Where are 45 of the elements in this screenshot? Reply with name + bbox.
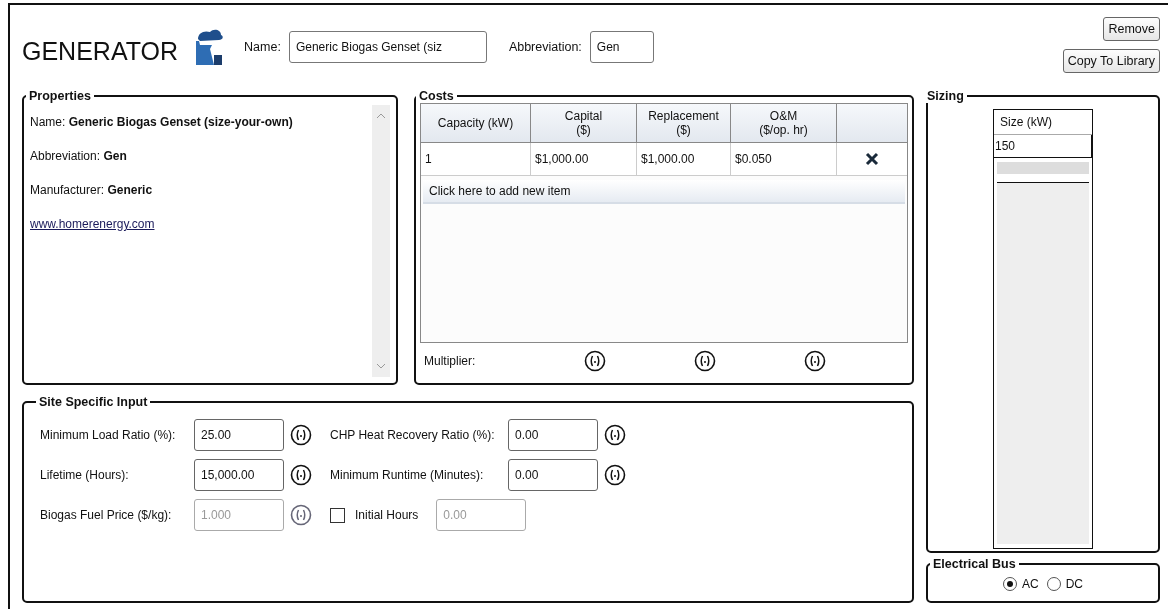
panel-title: Properties [28,89,92,103]
name-field[interactable]: Generic Biogas Genset (siz [288,31,487,63]
panel-title: Sizing [926,89,965,103]
radio-label: AC [1022,577,1039,591]
column-header: Size (kW) [994,110,1092,135]
website-link[interactable]: www.homerenergy.com [30,217,372,231]
name-label: Name: [244,40,281,54]
property-line: Name: Generic Biogas Genset (size-your-own) [30,115,294,129]
abbreviation-label: Abbreviation: [508,40,582,54]
radio-button[interactable] [1046,577,1061,591]
sensitivity-icon[interactable] [604,424,626,446]
panel-title: Electrical Bus [932,557,1017,571]
panel-title: Costs [418,89,455,103]
remove-button[interactable]: Remove [1103,17,1160,41]
column-header: Capital ($) [531,104,637,142]
page-title: GENERATOR [22,36,179,66]
sensitivity-icon[interactable] [604,464,626,486]
copy-to-library-button[interactable]: Copy To Library [1062,49,1160,73]
sensitivity-icon[interactable] [290,464,312,486]
sensitivity-icon[interactable] [804,350,826,372]
sensitivity-icon[interactable] [584,350,606,372]
field-label: Lifetime (Hours): [40,468,130,482]
field-label: Minimum Runtime (Minutes): [330,468,485,482]
checkbox-label: Initial Hours [355,508,419,522]
sensitivity-icon[interactable] [694,350,716,372]
input-field[interactable]: 0.00 [508,419,598,451]
table-cell: 150 [994,135,1092,158]
field-label: Biogas Fuel Price ($/kg): [40,508,173,522]
panel-title: Site Specific Input [38,395,149,409]
abbreviation-field[interactable]: Gen [589,31,654,63]
multiplier-label: Multiplier: [423,354,477,368]
radio-label: DC [1065,577,1083,591]
column-header: Replacement ($) [637,104,731,142]
delete-icon[interactable] [865,152,879,166]
property-line: Manufacturer: Generic [30,183,154,197]
input-field[interactable]: 0.00 [508,459,598,491]
input-field[interactable]: 15,000.00 [194,459,284,491]
radio-button[interactable] [1003,577,1017,591]
field-label: CHP Heat Recovery Ratio (%): [330,428,496,442]
column-header: Capacity (kW) [421,104,531,142]
sensitivity-icon[interactable] [290,424,312,446]
property-line: Abbreviation: Gen [30,149,128,163]
field-label: Minimum Load Ratio (%): [40,428,177,442]
column-header: O&M ($/op. hr) [731,104,837,142]
input-field[interactable]: 25.00 [194,419,284,451]
